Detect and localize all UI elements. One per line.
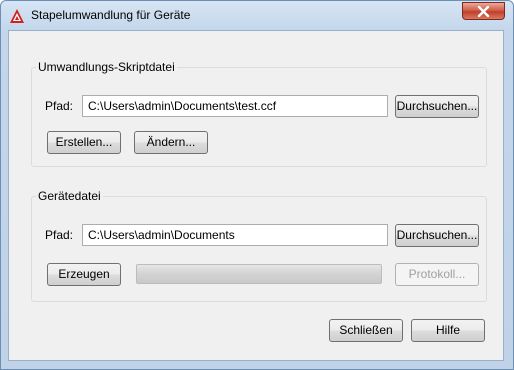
close-icon <box>477 6 490 17</box>
script-group-title: Umwandlungs-Skriptdatei <box>36 60 177 74</box>
script-path-label: Pfad: <box>45 99 74 113</box>
device-browse-button[interactable]: Durchsuchen... <box>395 224 479 247</box>
title-bar[interactable]: Stapelumwandlung für Geräte <box>1 1 513 30</box>
script-browse-button[interactable]: Durchsuchen... <box>395 95 479 118</box>
dialog-window: Stapelumwandlung für Geräte Umwandlungs-… <box>0 0 514 370</box>
device-path-input[interactable]: C:\Users\admin\Documents <box>82 224 388 246</box>
device-group-title: Gerätedatei <box>36 189 103 203</box>
modify-button[interactable]: Ändern... <box>134 131 208 154</box>
window-close-button[interactable] <box>462 2 505 20</box>
dialog-client-area: Umwandlungs-Skriptdatei Pfad: C:\Users\a… <box>8 30 504 361</box>
create-button[interactable]: Erstellen... <box>47 131 121 154</box>
script-file-group: Umwandlungs-Skriptdatei Pfad: C:\Users\a… <box>31 60 487 167</box>
generate-button[interactable]: Erzeugen <box>47 263 121 286</box>
window-title: Stapelumwandlung für Geräte <box>31 8 191 22</box>
close-button[interactable]: Schließen <box>329 319 403 342</box>
device-path-label: Pfad: <box>45 228 74 242</box>
script-path-input[interactable]: C:\Users\admin\Documents\test.ccf <box>82 95 388 117</box>
generation-progress-bar <box>136 264 382 284</box>
log-button[interactable]: Protokoll... <box>395 263 479 286</box>
device-file-group: Gerätedatei Pfad: C:\Users\admin\Documen… <box>31 189 487 302</box>
help-button[interactable]: Hilfe <box>411 319 485 342</box>
autocad-logo-icon <box>9 8 25 24</box>
